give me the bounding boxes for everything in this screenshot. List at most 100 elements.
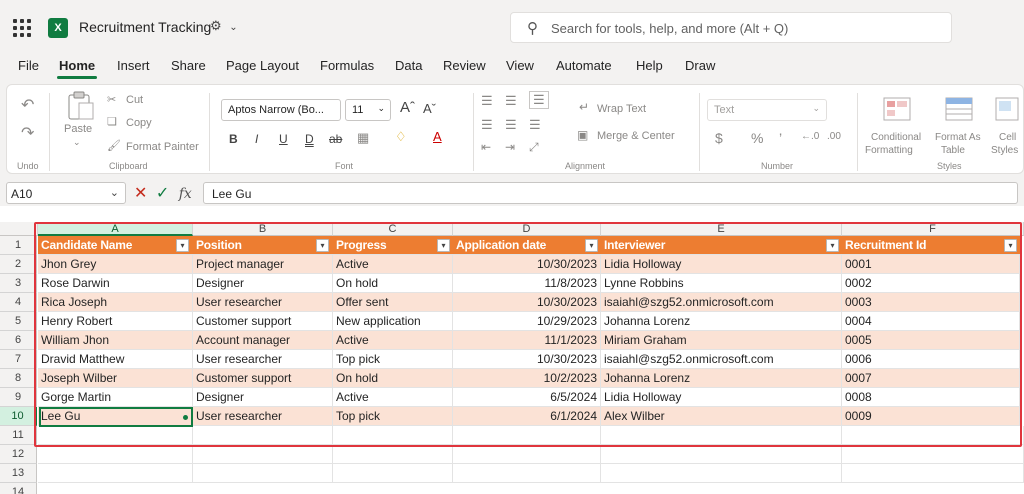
row-header[interactable]: 10 [0,407,37,426]
bold-icon[interactable]: B [229,132,238,146]
table-cell[interactable] [38,445,193,464]
row-header[interactable]: 13 [0,464,37,483]
conditional-formatting-icon[interactable] [883,97,911,121]
table-cell[interactable] [453,464,601,483]
row-header[interactable]: 4 [0,293,37,312]
increase-decimal-icon[interactable]: ←.0 [801,131,819,142]
menu-home[interactable]: Home [59,58,95,73]
wrap-text-button[interactable]: Wrap Text [597,103,646,115]
menu-data[interactable]: Data [395,58,422,73]
document-title[interactable]: Recruitment Tracking [79,19,211,35]
decrease-indent-icon[interactable]: ⇤ [481,140,491,154]
row-header[interactable]: 6 [0,331,37,350]
menu-insert[interactable]: Insert [117,58,150,73]
table-cell[interactable] [601,464,842,483]
align-middle-icon[interactable]: ☰ [505,93,517,109]
menu-draw[interactable]: Draw [685,58,715,73]
copy-icon: ❏ [107,116,117,128]
align-top-icon[interactable]: ☰ [481,93,493,109]
conditional-formatting-sub[interactable]: Formatting [865,145,913,156]
paste-chevron-icon[interactable]: ⌄ [73,137,81,148]
menu-formulas[interactable]: Formulas [320,58,374,73]
table-cell[interactable] [453,445,601,464]
row-header[interactable]: 3 [0,274,37,293]
undo-icon[interactable]: ↶ [21,95,34,115]
merge-center-button[interactable]: Merge & Center [597,130,675,142]
row-header[interactable]: 7 [0,350,37,369]
font-color-icon[interactable]: A [433,129,442,144]
borders-icon[interactable]: ▦ [357,130,369,146]
currency-icon[interactable]: $ [715,130,723,146]
cell-styles-sub[interactable]: Styles [991,145,1018,156]
italic-icon[interactable]: I [255,132,258,146]
percent-icon[interactable]: % [751,130,763,146]
table-cell[interactable] [333,445,453,464]
font-name-select[interactable]: Aptos Narrow (Bo... [221,99,341,121]
spreadsheet-grid[interactable]: A B C D E F 1 2 3 4 5 6 7 8 9 10 11 12 1… [0,222,1024,494]
table-cell[interactable] [842,445,1024,464]
underline-icon[interactable]: U [279,132,288,146]
orientation-icon[interactable]: ⤢ [529,140,539,155]
decrease-decimal-icon[interactable]: .00 [827,131,841,142]
menu-file[interactable]: File [18,58,39,73]
cut-button[interactable]: Cut [126,94,143,106]
name-box[interactable]: A10 ⌄ [6,182,126,204]
copy-button[interactable]: Copy [126,117,152,129]
double-underline-icon[interactable]: D [305,132,314,146]
menu-page-layout[interactable]: Page Layout [226,58,299,73]
table-cell[interactable] [601,445,842,464]
row-header[interactable]: 9 [0,388,37,407]
active-tab-indicator [57,76,97,79]
row-header[interactable]: 8 [0,369,37,388]
align-left-icon[interactable]: ☰ [481,117,493,133]
conditional-formatting-button[interactable]: Conditional [871,132,921,143]
row-header[interactable]: 14 [0,483,37,494]
menu-view[interactable]: View [506,58,534,73]
table-cell[interactable] [193,464,333,483]
increase-font-icon[interactable]: Aˆ [400,99,415,116]
autosave-icon: ⚙ [210,18,222,33]
increase-indent-icon[interactable]: ⇥ [505,140,515,154]
table-cell[interactable] [193,445,333,464]
align-center-icon[interactable]: ☰ [505,117,517,133]
select-all-corner[interactable] [0,222,38,236]
row-header[interactable]: 1 [0,236,37,255]
app-launcher-icon[interactable] [13,19,31,37]
table-cell[interactable] [333,464,453,483]
table-cell[interactable] [842,464,1024,483]
menu-share[interactable]: Share [171,58,206,73]
align-bottom-icon[interactable]: ☰ [529,91,549,109]
search-input[interactable] [551,18,941,38]
fill-color-icon[interactable]: ♢ [395,129,407,145]
confirm-icon[interactable]: ✓ [156,185,169,202]
table-cell[interactable] [38,464,193,483]
format-as-table-icon[interactable] [945,97,973,121]
menu-help[interactable]: Help [636,58,663,73]
paste-icon[interactable] [65,91,97,121]
comma-icon[interactable]: ’ [779,130,782,146]
row-header[interactable]: 5 [0,312,37,331]
document-status-icons[interactable]: ⚙ ⌄ [210,18,238,34]
redo-icon[interactable]: ↷ [21,123,34,143]
row-header[interactable]: 11 [0,426,37,445]
cancel-icon[interactable]: ✕ [134,185,147,202]
strikethrough-icon[interactable]: ab [329,132,342,146]
format-painter-button[interactable]: Format Painter [126,141,199,153]
search-box[interactable]: ⚲ [510,12,952,43]
cell-styles-button[interactable]: Cell [999,132,1016,143]
font-size-select[interactable]: 11 ⌄ [345,99,391,121]
paste-label[interactable]: Paste [64,123,92,135]
formula-input[interactable]: Lee Gu [203,182,1018,204]
insert-function-icon[interactable]: fx [179,186,192,202]
number-format-select[interactable]: Text ⌄ [707,99,827,121]
cell-styles-icon[interactable] [995,97,1019,121]
align-right-icon[interactable]: ☰ [529,117,541,133]
format-as-table-button[interactable]: Format As [935,132,981,143]
format-as-table-sub[interactable]: Table [941,145,965,156]
row-header[interactable]: 2 [0,255,37,274]
chevron-down-icon: ⌄ [377,103,385,113]
decrease-font-icon[interactable]: Aˇ [423,101,436,116]
menu-review[interactable]: Review [443,58,486,73]
menu-automate[interactable]: Automate [556,58,612,73]
row-header[interactable]: 12 [0,445,37,464]
